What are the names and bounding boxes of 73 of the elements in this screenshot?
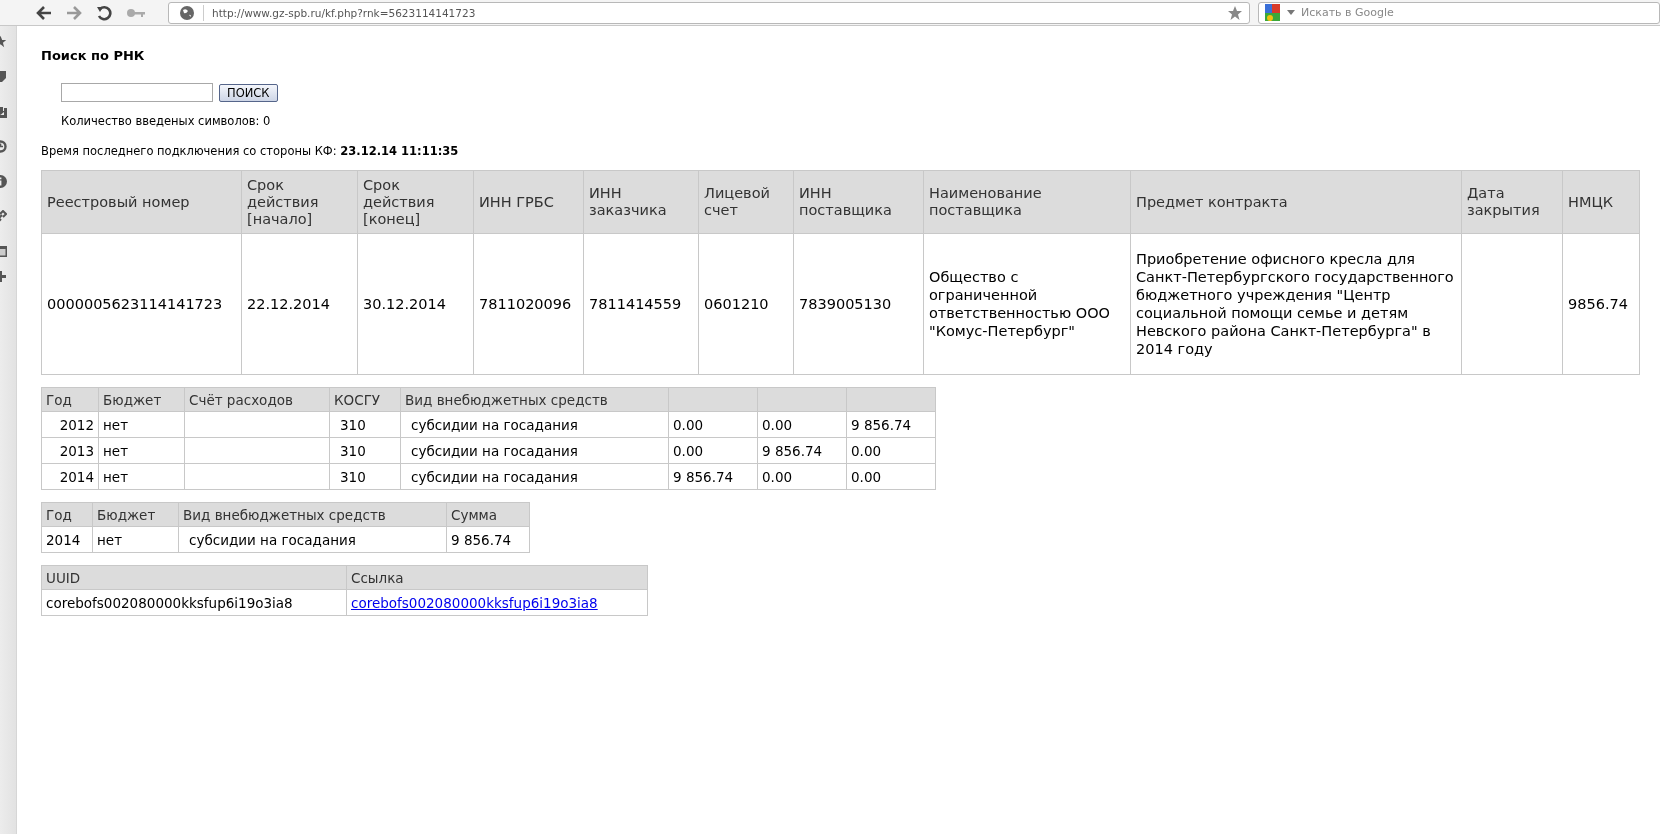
search-button[interactable]: ПОИСК — [219, 83, 278, 102]
table-cell: 9 856.74 — [673, 468, 734, 485]
column-header: Бюджет — [103, 391, 162, 408]
table-cell: 7811414559 — [589, 296, 682, 312]
table-cell: 0000005623114141723 — [47, 296, 223, 312]
address-bar[interactable]: http://www.gz-spb.ru/kf.php?rnk=5623114141723 — [168, 1, 1250, 24]
table-cell: субсидии на госадания — [189, 531, 356, 548]
column-header: Год — [41, 502, 93, 527]
column-header: UUID — [41, 565, 347, 590]
table-cell: субсидии на госадания — [411, 468, 578, 485]
character-count: Количество введеных символов: 0 — [61, 114, 272, 128]
table-cell: 0.00 — [762, 468, 793, 485]
column-header: Ссылка — [346, 565, 648, 590]
table-cell: Приобретение офисного кресла для Санкт-Петербургского государственного бюджетного учреждения "Центр социальной помощи семье и детям Невского района Санкт-Петербурга" в 2014 году — [1136, 251, 1454, 357]
table-cell: 310 — [340, 442, 366, 459]
table-cell: субсидии на госадания — [411, 416, 578, 433]
table-cell: 0.00 — [851, 442, 882, 459]
search-bar[interactable]: Искать в Google — [1258, 1, 1660, 24]
star-icon[interactable] — [1227, 4, 1243, 21]
column-header: Дата закрытия — [1461, 170, 1563, 234]
forward-icon[interactable] — [66, 5, 82, 20]
column-header: Год — [46, 391, 72, 408]
column-header: КОСГУ — [334, 391, 381, 408]
table-cell: 310 — [340, 468, 366, 485]
column-header: Срок действия [конец] — [357, 170, 474, 234]
table-cell: 0.00 — [673, 442, 704, 459]
table-cell: 2014 — [59, 468, 94, 485]
table-cell: 0601210 — [704, 296, 769, 312]
table-cell: нет — [97, 531, 122, 548]
table-cell: 22.12.2014 — [247, 296, 331, 312]
table-cell: нет — [103, 468, 128, 485]
column-header: Вид внебюджетных средств — [178, 502, 447, 527]
url-text: http://www.gz-spb.ru/kf.php?rnk=5623114141723 — [212, 6, 477, 19]
column-header: Лицевой счет — [698, 170, 794, 234]
table-cell: corebofs002080000kksfup6i19o3ia8 — [46, 594, 293, 611]
table-cell: 9 856.74 — [451, 531, 512, 548]
table-cell: 0.00 — [762, 416, 793, 433]
page-heading: Поиск по РНК — [41, 48, 146, 63]
table-cell: 310 — [340, 416, 366, 433]
caret-icon[interactable] — [1287, 10, 1295, 15]
column-header: Вид внебюджетных средств — [405, 391, 608, 408]
column-header: Срок действия [начало] — [241, 170, 358, 234]
column-header: ИНН заказчика — [583, 170, 699, 234]
table-cell: 2012 — [59, 416, 94, 433]
google-logo-icon — [1265, 3, 1281, 22]
column-header: Счёт расходов — [189, 391, 293, 408]
back-icon[interactable] — [36, 5, 52, 20]
rnk-input-field[interactable] — [61, 83, 213, 102]
globe-icon — [179, 4, 204, 21]
table-cell: субсидии на госадания — [411, 442, 578, 459]
column-header: ИНН поставщика — [793, 170, 924, 234]
table-cell: 9 856.74 — [851, 416, 912, 433]
table-cell: нет — [103, 442, 128, 459]
column-header: Предмет контракта — [1130, 170, 1462, 234]
column-header: Сумма — [446, 502, 530, 527]
table-cell: 9856.74 — [1568, 296, 1628, 312]
table-cell: Общество с ограниченной ответственностью ООО "Комус-Петербург" — [929, 269, 1110, 339]
column-header: Наименование поставщика — [923, 170, 1131, 234]
column-header: Реестровый номер — [41, 170, 242, 234]
table-cell: нет — [103, 416, 128, 433]
table-cell: 30.12.2014 — [363, 296, 447, 312]
column-header: НМЦК — [1562, 170, 1640, 234]
reload-icon[interactable] — [96, 4, 112, 21]
last-connection-text: Время последнего подключения со стороны КФ: 23.12.14 11:11:35 — [41, 144, 460, 158]
table-cell: 2013 — [59, 442, 94, 459]
table-cell: 7811020096 — [479, 296, 572, 312]
column-header: Бюджет — [92, 502, 179, 527]
table-cell: 2014 — [46, 531, 81, 548]
column-header: ИНН ГРБС — [473, 170, 584, 234]
table-cell: 7839005130 — [799, 296, 892, 312]
table-cell: 0.00 — [851, 468, 882, 485]
table-cell: 0.00 — [673, 416, 704, 433]
table-cell: 9 856.74 — [762, 442, 823, 459]
